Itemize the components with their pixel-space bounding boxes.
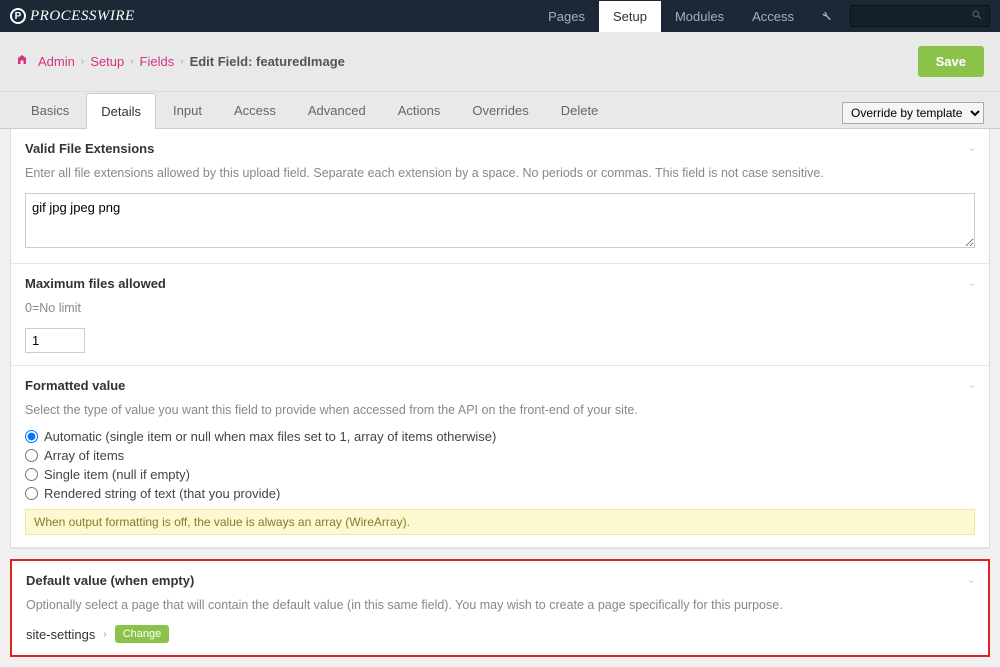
collapse-icon[interactable]: ⌄ — [968, 276, 977, 289]
section-help: Enter all file extensions allowed by thi… — [25, 164, 975, 183]
tab-actions[interactable]: Actions — [383, 92, 456, 128]
crumb-setup[interactable]: Setup — [90, 54, 124, 69]
logo-text: PROCESSWIRE — [30, 8, 135, 25]
radio-automatic[interactable]: Automatic (single item or null when max … — [25, 429, 975, 444]
nav-setup[interactable]: Setup — [599, 1, 661, 32]
section-max-files: ⌄ Maximum files allowed 0=No limit — [11, 264, 989, 366]
chevron-right-icon: › — [130, 56, 133, 67]
logo-icon: P — [10, 8, 26, 24]
nav-modules[interactable]: Modules — [661, 1, 738, 32]
collapse-icon[interactable]: ⌄ — [968, 378, 977, 391]
tab-delete[interactable]: Delete — [546, 92, 614, 128]
chevron-right-icon: › — [180, 56, 183, 67]
tab-advanced[interactable]: Advanced — [293, 92, 381, 128]
top-nav: Pages Setup Modules Access — [534, 1, 990, 32]
search-box[interactable] — [850, 5, 990, 27]
chevron-right-icon: › — [81, 56, 84, 67]
section-default-value-highlighted: ⌄ Default value (when empty) Optionally … — [10, 559, 990, 657]
section-default-value: ⌄ Default value (when empty) Optionally … — [12, 561, 988, 655]
section-valid-extensions: ⌄ Valid File Extensions Enter all file e… — [11, 129, 989, 264]
crumb-admin[interactable]: Admin — [38, 54, 75, 69]
search-input[interactable] — [857, 9, 971, 23]
crumb-current: Edit Field: featuredImage — [190, 54, 345, 69]
default-page-selector: site-settings › Change — [26, 625, 974, 643]
chevron-right-icon: › — [103, 629, 106, 640]
change-button[interactable]: Change — [115, 625, 170, 643]
tab-access[interactable]: Access — [219, 92, 291, 128]
max-files-input[interactable] — [25, 328, 85, 353]
formatting-note: When output formatting is off, the value… — [25, 509, 975, 535]
crumb-fields[interactable]: Fields — [140, 54, 175, 69]
nav-pages[interactable]: Pages — [534, 1, 599, 32]
section-title: Maximum files allowed — [25, 276, 975, 291]
section-title: Default value (when empty) — [26, 573, 974, 588]
logo: P PROCESSWIRE — [10, 8, 135, 25]
tab-input[interactable]: Input — [158, 92, 217, 128]
wrench-icon[interactable] — [808, 8, 842, 25]
section-help: Optionally select a page that will conta… — [26, 596, 974, 615]
tabs-row: Basics Details Input Access Advanced Act… — [0, 92, 1000, 129]
section-help: 0=No limit — [25, 299, 975, 318]
section-help: Select the type of value you want this f… — [25, 401, 975, 420]
nav-access[interactable]: Access — [738, 1, 808, 32]
top-bar: P PROCESSWIRE Pages Setup Modules Access — [0, 0, 1000, 32]
section-title: Valid File Extensions — [25, 141, 975, 156]
selected-page-name: site-settings — [26, 627, 95, 642]
tab-overrides[interactable]: Overrides — [457, 92, 543, 128]
breadcrumb-bar: Admin › Setup › Fields › Edit Field: fea… — [0, 32, 1000, 92]
content-panel: ⌄ Valid File Extensions Enter all file e… — [10, 129, 990, 549]
radio-array[interactable]: Array of items — [25, 448, 975, 463]
override-by-template-select[interactable]: Override by template — [842, 102, 984, 124]
collapse-icon[interactable]: ⌄ — [967, 573, 976, 586]
tab-basics[interactable]: Basics — [16, 92, 84, 128]
extensions-input[interactable] — [25, 193, 975, 248]
radio-single[interactable]: Single item (null if empty) — [25, 467, 975, 482]
radio-rendered[interactable]: Rendered string of text (that you provid… — [25, 486, 975, 501]
tab-details[interactable]: Details — [86, 93, 156, 129]
collapse-icon[interactable]: ⌄ — [968, 141, 977, 154]
search-icon — [971, 9, 983, 24]
section-formatted-value: ⌄ Formatted value Select the type of val… — [11, 366, 989, 549]
sitemap-icon[interactable] — [16, 54, 28, 69]
section-title: Formatted value — [25, 378, 975, 393]
save-button[interactable]: Save — [918, 46, 984, 77]
